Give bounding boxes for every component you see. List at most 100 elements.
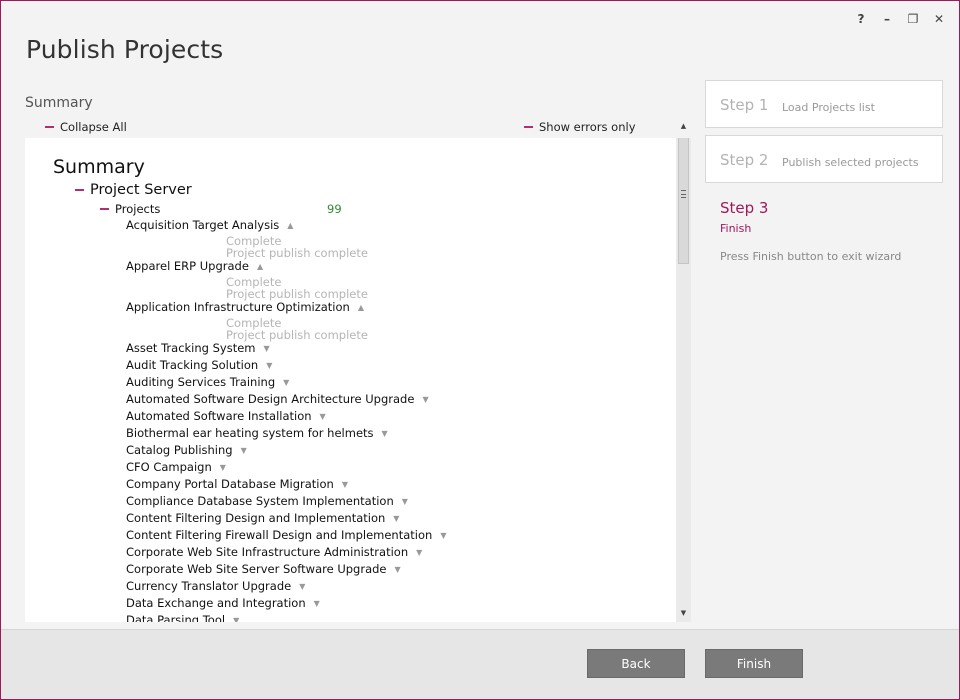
project-name: Data Exchange and Integration bbox=[126, 596, 306, 610]
caret-down-icon[interactable]: ▼ bbox=[220, 460, 226, 475]
project-name: Audit Tracking Solution bbox=[126, 358, 259, 372]
step-2-box: Step 2 Publish selected projects bbox=[705, 135, 943, 183]
caret-down-icon[interactable]: ▼ bbox=[283, 375, 289, 390]
project-name: Content Filtering Design and Implementat… bbox=[126, 511, 386, 525]
caret-down-icon[interactable]: ▼ bbox=[264, 341, 270, 356]
project-row[interactable]: Content Filtering Firewall Design and Im… bbox=[126, 528, 446, 545]
project-message: Project publish complete bbox=[226, 287, 368, 301]
scroll-down-icon[interactable]: ▼ bbox=[676, 607, 691, 619]
summary-section-label: Summary bbox=[25, 95, 93, 111]
caret-down-icon[interactable]: ▼ bbox=[402, 494, 408, 509]
project-name: Acquisition Target Analysis bbox=[126, 218, 280, 232]
project-name: Automated Software Design Architecture U… bbox=[126, 392, 415, 406]
project-row[interactable]: Apparel ERP Upgrade ▲ bbox=[126, 259, 446, 276]
caret-down-icon[interactable]: ▼ bbox=[416, 545, 422, 560]
project-row[interactable]: Currency Translator Upgrade ▼ bbox=[126, 579, 446, 596]
scroll-up-icon[interactable]: ▲ bbox=[676, 120, 691, 132]
projects-collapse-icon[interactable] bbox=[100, 208, 109, 210]
project-name: Asset Tracking System bbox=[126, 341, 256, 355]
caret-down-icon[interactable]: ▼ bbox=[233, 613, 239, 622]
project-row[interactable]: Automated Software Design Architecture U… bbox=[126, 392, 446, 409]
window-controls: ? – ❐ ✕ bbox=[855, 11, 945, 27]
caret-down-icon[interactable]: ▼ bbox=[266, 358, 272, 373]
projects-count: 99 bbox=[327, 202, 342, 216]
caret-down-icon[interactable]: ▼ bbox=[320, 409, 326, 424]
caret-down-icon[interactable]: ▼ bbox=[382, 426, 388, 441]
step-3-number: Step 3 bbox=[720, 199, 769, 217]
caret-down-icon[interactable]: ▼ bbox=[440, 528, 446, 543]
project-name: Data Parsing Tool bbox=[126, 613, 226, 622]
collapse-all-link[interactable]: Collapse All bbox=[45, 120, 127, 134]
project-row[interactable]: CFO Campaign ▼ bbox=[126, 460, 446, 477]
project-row[interactable]: Application Infrastructure Optimization ▲ bbox=[126, 300, 446, 317]
project-message: Project publish complete bbox=[226, 246, 368, 260]
project-row[interactable]: Automated Software Installation ▼ bbox=[126, 409, 446, 426]
project-name: Auditing Services Training bbox=[126, 375, 276, 389]
show-errors-dash-icon bbox=[524, 126, 533, 128]
tree-scrollbar[interactable]: ▼ bbox=[676, 138, 691, 622]
project-name: Corporate Web Site Server Software Upgra… bbox=[126, 562, 387, 576]
step-3-description: Finish bbox=[720, 222, 752, 235]
project-detail: Complete Project publish complete bbox=[126, 235, 446, 259]
page-title: Publish Projects bbox=[26, 35, 224, 64]
caret-down-icon[interactable]: ▼ bbox=[422, 392, 428, 407]
project-name: Biothermal ear heating system for helmet… bbox=[126, 426, 374, 440]
project-row[interactable]: Acquisition Target Analysis ▲ bbox=[126, 218, 446, 235]
caret-up-icon[interactable]: ▲ bbox=[358, 300, 364, 315]
project-row[interactable]: Data Parsing Tool ▼ bbox=[126, 613, 446, 622]
show-errors-only-link[interactable]: Show errors only bbox=[524, 120, 636, 134]
project-detail: Complete Project publish complete bbox=[126, 276, 446, 300]
footer-bar: Back Finish bbox=[1, 629, 959, 699]
project-row[interactable]: Corporate Web Site Infrastructure Admini… bbox=[126, 545, 446, 562]
collapse-all-label: Collapse All bbox=[60, 120, 127, 134]
project-detail: Complete Project publish complete bbox=[126, 317, 446, 341]
close-icon[interactable]: ✕ bbox=[933, 11, 945, 27]
step-2-number: Step 2 bbox=[720, 151, 769, 169]
caret-up-icon[interactable]: ▲ bbox=[257, 259, 263, 274]
project-row[interactable]: Corporate Web Site Server Software Upgra… bbox=[126, 562, 446, 579]
project-name: Automated Software Installation bbox=[126, 409, 312, 423]
caret-down-icon[interactable]: ▼ bbox=[393, 511, 399, 526]
project-list: Acquisition Target Analysis ▲ Complete Proj… bbox=[126, 218, 446, 622]
caret-down-icon[interactable]: ▼ bbox=[299, 579, 305, 594]
project-name: Application Infrastructure Optimization bbox=[126, 300, 350, 314]
step-3-note: Press Finish button to exit wizard bbox=[720, 250, 902, 263]
finish-button[interactable]: Finish bbox=[705, 649, 803, 678]
project-name: Apparel ERP Upgrade bbox=[126, 259, 249, 273]
tree-node-project-server[interactable]: Project Server bbox=[75, 182, 192, 198]
scrollbar-thumb[interactable] bbox=[678, 138, 689, 264]
project-row[interactable]: Data Exchange and Integration ▼ bbox=[126, 596, 446, 613]
step-1-description: Load Projects list bbox=[782, 101, 875, 114]
project-name: CFO Campaign bbox=[126, 460, 212, 474]
project-name: Currency Translator Upgrade bbox=[126, 579, 292, 593]
server-collapse-icon[interactable] bbox=[75, 189, 84, 191]
step-1-box: Step 1 Load Projects list bbox=[705, 80, 943, 128]
project-name: Content Filtering Firewall Design and Im… bbox=[126, 528, 433, 542]
project-row[interactable]: Biothermal ear heating system for helmet… bbox=[126, 426, 446, 443]
project-row[interactable]: Compliance Database System Implementatio… bbox=[126, 494, 446, 511]
help-icon[interactable]: ? bbox=[855, 11, 867, 27]
step-2-description: Publish selected projects bbox=[782, 156, 919, 169]
project-row[interactable]: Auditing Services Training ▼ bbox=[126, 375, 446, 392]
project-name: Company Portal Database Migration bbox=[126, 477, 334, 491]
caret-down-icon[interactable]: ▼ bbox=[395, 562, 401, 577]
step-1-number: Step 1 bbox=[720, 96, 769, 114]
restore-icon[interactable]: ❐ bbox=[907, 11, 919, 27]
tree-node-projects[interactable]: Projects bbox=[100, 202, 160, 216]
summary-tree-panel[interactable]: Summary Project Server Projects 99 Acqui… bbox=[25, 138, 691, 622]
project-row[interactable]: Audit Tracking Solution ▼ bbox=[126, 358, 446, 375]
project-row[interactable]: Company Portal Database Migration ▼ bbox=[126, 477, 446, 494]
project-name: Corporate Web Site Infrastructure Admini… bbox=[126, 545, 409, 559]
back-button[interactable]: Back bbox=[587, 649, 685, 678]
caret-down-icon[interactable]: ▼ bbox=[342, 477, 348, 492]
caret-down-icon[interactable]: ▼ bbox=[241, 443, 247, 458]
minimize-icon[interactable]: – bbox=[881, 11, 893, 27]
caret-up-icon[interactable]: ▲ bbox=[287, 218, 293, 233]
show-errors-only-label: Show errors only bbox=[539, 120, 636, 134]
caret-down-icon[interactable]: ▼ bbox=[314, 596, 320, 611]
tree-root-summary: Summary bbox=[53, 156, 145, 178]
project-row[interactable]: Content Filtering Design and Implementat… bbox=[126, 511, 446, 528]
project-message: Project publish complete bbox=[226, 328, 368, 342]
project-row[interactable]: Asset Tracking System ▼ bbox=[126, 341, 446, 358]
project-row[interactable]: Catalog Publishing ▼ bbox=[126, 443, 446, 460]
